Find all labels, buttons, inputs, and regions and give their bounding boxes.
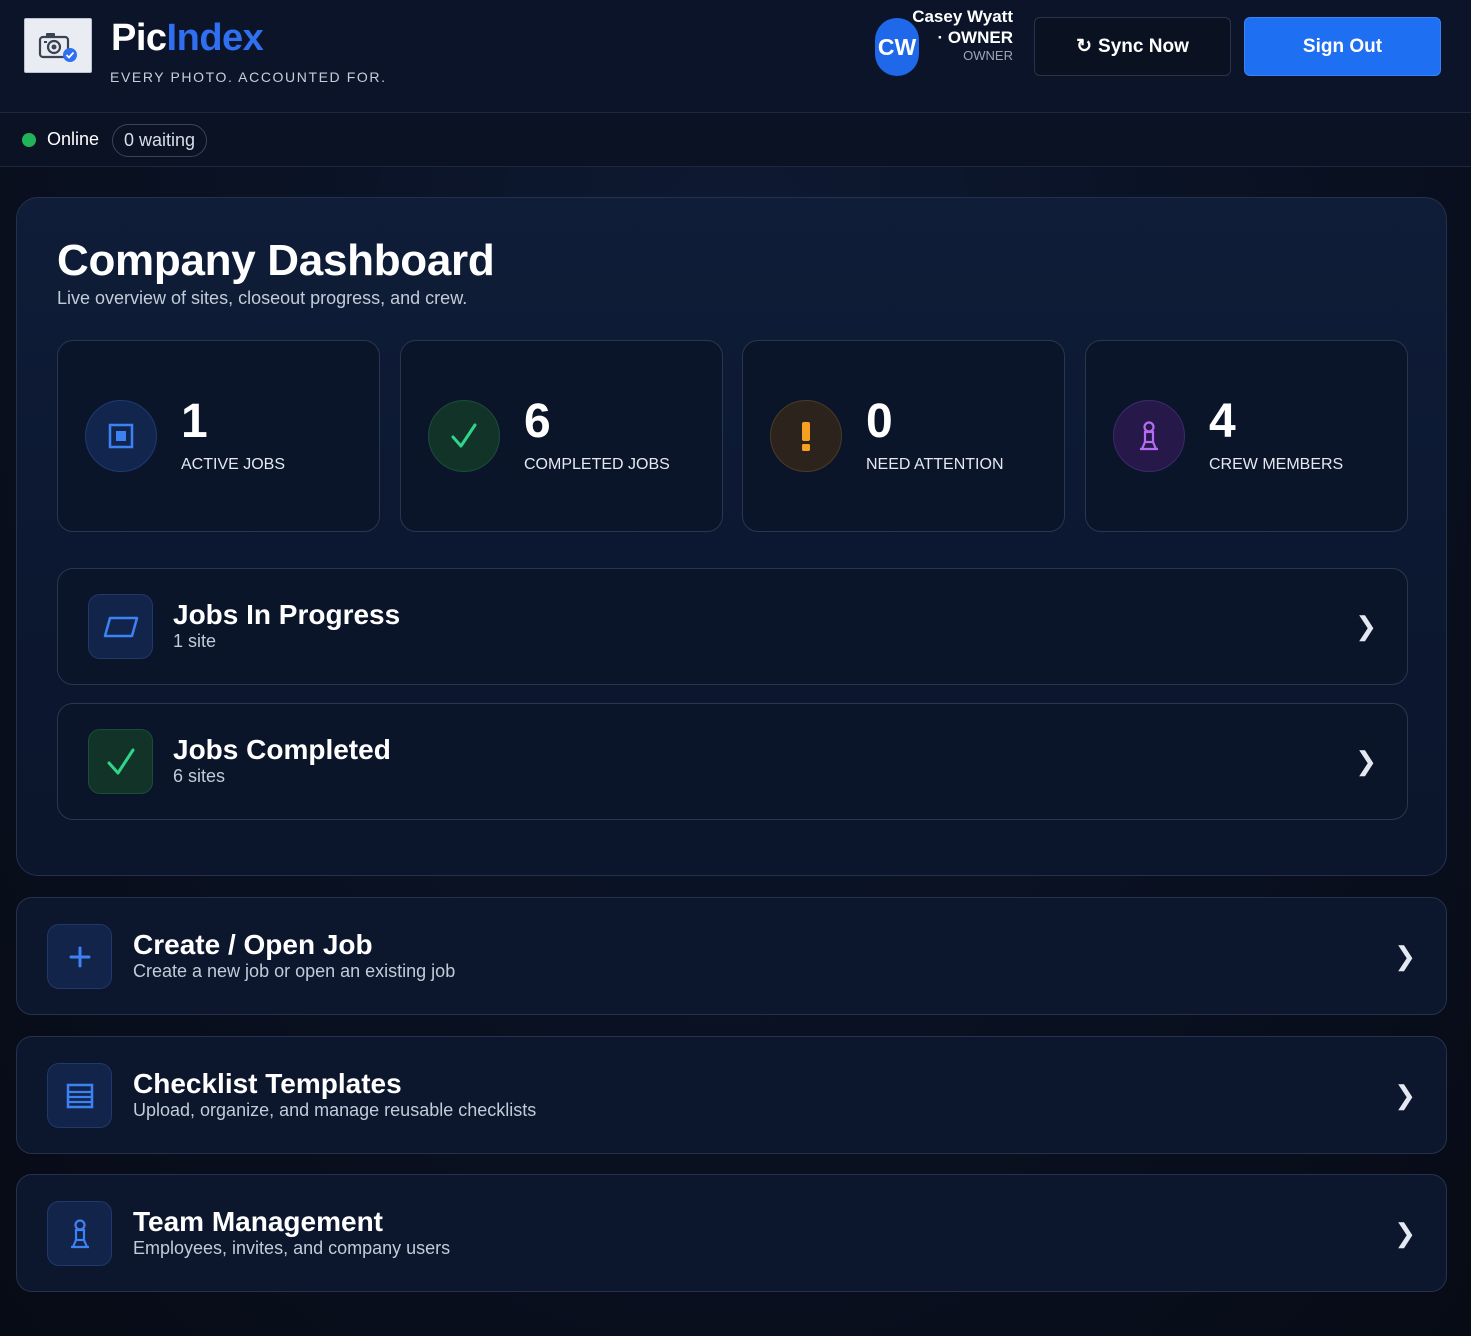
sync-queue-badge: 0 waiting (112, 124, 208, 157)
stat-label: NEED ATTENTION (866, 456, 1004, 473)
row-subtitle: 1 site (173, 631, 217, 651)
plus-icon (47, 924, 112, 989)
stat-value: 0 (866, 395, 893, 448)
stat-label: COMPLETED JOBS (524, 456, 670, 473)
sync-now-button[interactable]: ↻ Sync Now (1034, 17, 1231, 76)
chevron-right-icon: ❯ (1355, 611, 1377, 641)
team-management-card[interactable]: Team Management Employees, invites, and … (16, 1174, 1447, 1292)
team-icon (47, 1201, 112, 1266)
chevron-right-icon: ❯ (1394, 1218, 1416, 1248)
sync-now-label: Sync Now (1098, 35, 1189, 57)
active-jobs-icon (85, 400, 157, 472)
stat-card-active-jobs: 1 ACTIVE JOBS (57, 340, 380, 532)
stat-value: 4 (1209, 395, 1236, 448)
row-title: Jobs Completed (173, 734, 391, 765)
camera-logo-icon (38, 32, 77, 62)
sync-icon: ↻ (1076, 36, 1093, 57)
nav-card-title: Create / Open Job (133, 929, 373, 960)
check-icon (88, 729, 153, 794)
app-header: PicIndex EVERY PHOTO. ACCOUNTED FOR. CW … (0, 0, 1471, 113)
chevron-right-icon: ❯ (1394, 941, 1416, 971)
page-title: Company Dashboard (57, 236, 495, 285)
stat-value: 6 (524, 395, 551, 448)
user-info: Casey Wyatt · OWNER OWNER (903, 6, 1013, 63)
brand-part-2: Index (166, 17, 264, 59)
stat-value: 1 (181, 395, 208, 448)
row-title: Jobs In Progress (173, 599, 401, 630)
brand-tagline: EVERY PHOTO. ACCOUNTED FOR. (110, 69, 387, 85)
parallelogram-icon (88, 594, 153, 659)
chevron-right-icon: ❯ (1394, 1080, 1416, 1110)
check-icon (428, 400, 500, 472)
page-subtitle: Live overview of sites, closeout progres… (57, 288, 468, 308)
row-subtitle: 6 sites (173, 766, 226, 786)
status-bar: Online 0 waiting (0, 113, 1471, 167)
stat-card-crew-members: 4 CREW MEMBERS (1085, 340, 1408, 532)
stat-card-need-attention: 0 NEED ATTENTION (742, 340, 1065, 532)
chevron-right-icon: ❯ (1355, 746, 1377, 776)
user-name: Casey Wyatt · OWNER (912, 7, 1013, 47)
brand-part-1: Pic (111, 17, 167, 59)
brand-wordmark: PicIndex (111, 16, 264, 60)
online-status-dot (22, 133, 36, 147)
warning-icon (770, 400, 842, 472)
online-status-label: Online (47, 129, 100, 149)
crew-icon (1113, 400, 1185, 472)
jobs-in-progress-row[interactable]: Jobs In Progress 1 site ❯ (57, 568, 1408, 685)
stat-card-completed-jobs: 6 COMPLETED JOBS (400, 340, 723, 532)
nav-card-subtitle: Create a new job or open an existing job (133, 961, 456, 981)
sign-out-button[interactable]: Sign Out (1244, 17, 1441, 76)
nav-card-subtitle: Employees, invites, and company users (133, 1238, 451, 1258)
company-dashboard-panel: Company Dashboard Live overview of sites… (16, 197, 1447, 876)
jobs-completed-row[interactable]: Jobs Completed 6 sites ❯ (57, 703, 1408, 820)
create-open-job-card[interactable]: Create / Open Job Create a new job or op… (16, 897, 1447, 1015)
app-logo (24, 18, 92, 73)
nav-card-title: Team Management (133, 1206, 383, 1237)
nav-card-title: Checklist Templates (133, 1068, 402, 1099)
user-role: OWNER (963, 48, 1013, 63)
nav-card-subtitle: Upload, organize, and manage reusable ch… (133, 1100, 537, 1120)
stat-label: CREW MEMBERS (1209, 456, 1344, 473)
checklist-icon (47, 1063, 112, 1128)
stat-label: ACTIVE JOBS (181, 456, 286, 473)
checklist-templates-card[interactable]: Checklist Templates Upload, organize, an… (16, 1036, 1447, 1154)
